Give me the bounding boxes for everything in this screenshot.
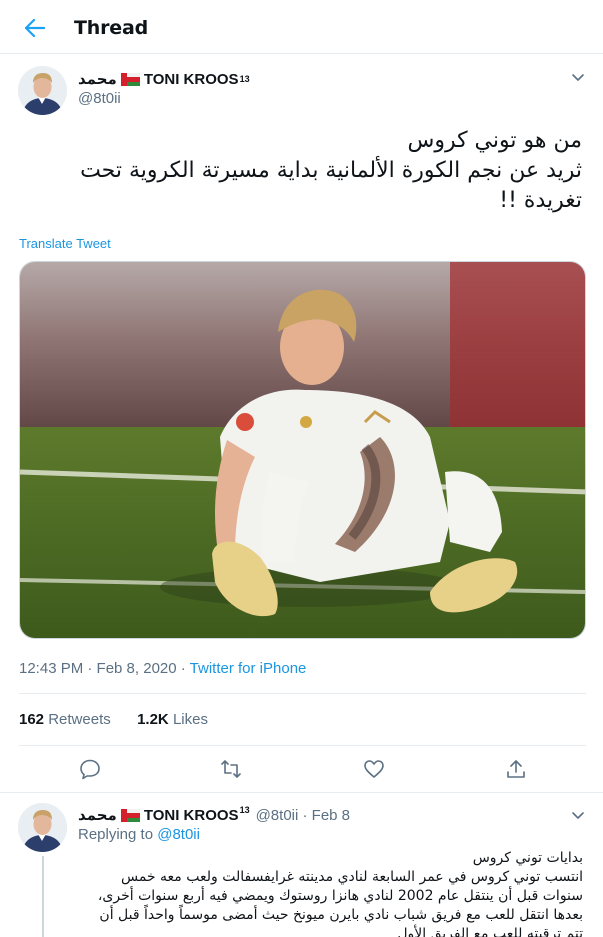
retweets-count: 162 — [19, 711, 45, 728]
reply-handle-date[interactable]: @8t0ii · Feb 8 — [256, 807, 350, 824]
oman-flag-icon — [120, 808, 140, 822]
tweet-stats: 162 Retweets 1.2K Likes — [19, 711, 208, 728]
replying-to: Replying to @8t0ii — [78, 826, 200, 843]
retweets-label: Retweets — [48, 711, 111, 728]
tweet-photo[interactable] — [19, 261, 586, 639]
likes-count: 1.2K — [137, 711, 169, 728]
chevron-down-icon[interactable] — [569, 806, 587, 824]
thread-connector — [42, 856, 44, 937]
retweet-icon[interactable] — [220, 758, 242, 780]
retweets-stat[interactable]: 162 Retweets — [19, 711, 111, 728]
likes-label: Likes — [172, 711, 208, 728]
replying-to-link[interactable]: @8t0ii — [157, 826, 200, 843]
tweet-actions — [19, 746, 586, 792]
divider — [19, 693, 586, 694]
reply-text-line: سنوات قبل أن ينتقل عام 2002 لنادي هانزا … — [97, 888, 583, 904]
tweet-text-line: ثريد عن نجم الكورة الألمانية بداية مسيرت… — [80, 158, 582, 183]
divider — [0, 792, 603, 793]
reply-author-arabic: محمد — [78, 807, 117, 824]
likes-stat[interactable]: 1.2K Likes — [137, 711, 208, 728]
reply-author-superscript: 13 — [239, 805, 250, 815]
tweet-text: من هو توني كروس ثريد عن نجم الكورة الألم… — [22, 126, 582, 216]
oman-flag-icon — [120, 72, 140, 86]
arrow-left-icon — [25, 19, 45, 37]
translate-tweet-link[interactable]: Translate Tweet — [19, 236, 111, 251]
reply-text-line: تتم ترقيته للعب مع الفريق الأول — [397, 926, 583, 937]
author-handle[interactable]: @8t0ii — [78, 90, 121, 107]
reply-text-line: انتسب توني كروس في عمر السابعة لنادي مدي… — [120, 869, 583, 885]
reply-avatar[interactable] — [18, 803, 67, 852]
tweet-source-link[interactable]: Twitter for iPhone — [190, 660, 307, 677]
author-name-latin: TONI KROOS — [143, 70, 239, 88]
tweet-timestamp[interactable]: 12:43 PM · Feb 8, 2020 · — [19, 660, 190, 677]
author-name-arabic: محمد — [78, 71, 117, 88]
like-icon[interactable] — [363, 758, 385, 780]
author-name[interactable]: محمد TONI KROOS 13 — [78, 70, 250, 89]
tweet-text-line: تغريدة !! — [499, 188, 582, 213]
replying-to-label: Replying to — [78, 826, 158, 843]
tweet-meta: 12:43 PM · Feb 8, 2020 · Twitter for iPh… — [19, 660, 306, 677]
author-superscript: 13 — [239, 74, 250, 84]
top-header: Thread — [0, 0, 603, 54]
tweet-text-line: من هو توني كروس — [407, 128, 582, 153]
reply-icon[interactable] — [79, 758, 101, 780]
back-button[interactable] — [20, 14, 50, 42]
reply-text: بدايات توني كروس انتسب توني كروس في عمر … — [73, 849, 583, 937]
reply-text-line: بدايات توني كروس — [472, 850, 583, 866]
chevron-down-icon[interactable] — [569, 68, 587, 86]
reply-author[interactable]: محمد TONI KROOS 13 @8t0ii · Feb 8 — [78, 805, 350, 824]
avatar[interactable] — [18, 66, 67, 115]
page-title: Thread — [74, 17, 148, 39]
reply-author-latin: TONI KROOS — [143, 806, 239, 824]
reply-text-line: بعدها انتقل للعب مع فريق شباب نادي بايرن… — [99, 907, 583, 923]
share-icon[interactable] — [505, 758, 527, 780]
